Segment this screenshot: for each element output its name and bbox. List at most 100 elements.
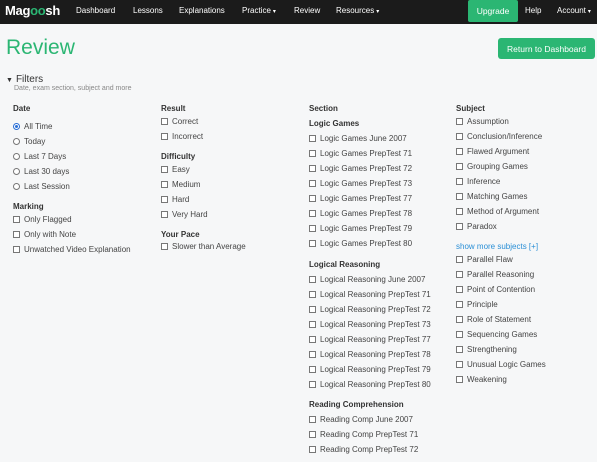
checkbox-icon bbox=[456, 178, 463, 185]
nav-explanations[interactable]: Explanations bbox=[179, 6, 225, 15]
result-correct[interactable]: Correct bbox=[161, 117, 198, 126]
checkbox-icon bbox=[456, 256, 463, 263]
subject-option[interactable]: Method of Argument bbox=[456, 207, 539, 216]
show-more-subjects-link[interactable]: show more subjects [+] bbox=[456, 242, 538, 251]
upgrade-button[interactable]: Upgrade bbox=[468, 0, 518, 22]
caret-down-icon: ▼ bbox=[6, 77, 13, 84]
radio-icon bbox=[13, 183, 20, 190]
date-option-all-time[interactable]: All Time bbox=[13, 122, 52, 131]
section-option[interactable]: Logical Reasoning PrepTest 73 bbox=[309, 320, 431, 329]
difficulty-easy[interactable]: Easy bbox=[161, 165, 190, 174]
subject-option[interactable]: Conclusion/Inference bbox=[456, 132, 542, 141]
checkbox-icon bbox=[456, 316, 463, 323]
subject-option[interactable]: Matching Games bbox=[456, 192, 527, 201]
option-label: Parallel Flaw bbox=[467, 255, 513, 264]
section-option[interactable]: Logic Games PrepTest 78 bbox=[309, 209, 412, 218]
magoosh-logo[interactable]: Magoosh bbox=[5, 3, 60, 18]
section-option[interactable]: Logic Games PrepTest 73 bbox=[309, 179, 412, 188]
nav-practice[interactable]: Practice ▾ bbox=[242, 6, 276, 15]
option-label: Unusual Logic Games bbox=[467, 360, 546, 369]
nav-dashboard[interactable]: Dashboard bbox=[76, 6, 115, 15]
nav-resources[interactable]: Resources ▾ bbox=[336, 6, 379, 15]
subject-option[interactable]: Assumption bbox=[456, 117, 509, 126]
radio-icon bbox=[13, 138, 20, 145]
subject-option[interactable]: Flawed Argument bbox=[456, 147, 529, 156]
option-label: Logical Reasoning PrepTest 71 bbox=[320, 290, 431, 299]
chevron-down-icon: ▾ bbox=[376, 9, 380, 15]
nav-help[interactable]: Help bbox=[525, 6, 541, 15]
section-option[interactable]: Logical Reasoning PrepTest 71 bbox=[309, 290, 431, 299]
return-to-dashboard-button[interactable]: Return to Dashboard bbox=[498, 38, 595, 59]
pace-slower-than-average[interactable]: Slower than Average bbox=[161, 242, 246, 251]
checkbox-icon bbox=[456, 163, 463, 170]
subject-option[interactable]: Principle bbox=[456, 300, 498, 309]
nav-lessons[interactable]: Lessons bbox=[133, 6, 163, 15]
option-label: Very Hard bbox=[172, 210, 208, 219]
checkbox-icon bbox=[456, 148, 463, 155]
marking-heading: Marking bbox=[13, 202, 44, 211]
subject-option[interactable]: Point of Contention bbox=[456, 285, 535, 294]
section-option[interactable]: Logic Games PrepTest 71 bbox=[309, 149, 412, 158]
section-option[interactable]: Logical Reasoning PrepTest 79 bbox=[309, 365, 431, 374]
section-option[interactable]: Logical Reasoning PrepTest 78 bbox=[309, 350, 431, 359]
result-incorrect[interactable]: Incorrect bbox=[161, 132, 203, 141]
difficulty-very-hard[interactable]: Very Hard bbox=[161, 210, 208, 219]
subject-option[interactable]: Unusual Logic Games bbox=[456, 360, 546, 369]
subject-option[interactable]: Parallel Reasoning bbox=[456, 270, 534, 279]
section-option[interactable]: Reading Comp June 2007 bbox=[309, 415, 413, 424]
subject-option[interactable]: Strengthening bbox=[456, 345, 517, 354]
section-option[interactable]: Logic Games PrepTest 79 bbox=[309, 224, 412, 233]
section-option[interactable]: Logical Reasoning PrepTest 77 bbox=[309, 335, 431, 344]
nav-practice-label: Practice bbox=[242, 6, 271, 15]
checkbox-icon bbox=[309, 321, 316, 328]
option-label: Unwatched Video Explanation bbox=[24, 245, 131, 254]
subject-option[interactable]: Sequencing Games bbox=[456, 330, 537, 339]
section-option[interactable]: Logical Reasoning PrepTest 72 bbox=[309, 305, 431, 314]
page-title: Review bbox=[6, 36, 75, 59]
option-label: Reading Comp PrepTest 72 bbox=[320, 445, 419, 454]
nav-account[interactable]: Account ▾ bbox=[557, 6, 591, 15]
subject-option[interactable]: Parallel Flaw bbox=[456, 255, 513, 264]
nav-review[interactable]: Review bbox=[294, 6, 320, 15]
subject-option[interactable]: Role of Statement bbox=[456, 315, 531, 324]
logo-text-o: oo bbox=[30, 3, 46, 18]
checkbox-icon bbox=[161, 166, 168, 173]
date-option-last-session[interactable]: Last Session bbox=[13, 182, 70, 191]
section-option[interactable]: Logical Reasoning June 2007 bbox=[309, 275, 425, 284]
marking-only-flagged[interactable]: Only Flagged bbox=[13, 215, 72, 224]
subject-option[interactable]: Inference bbox=[456, 177, 500, 186]
difficulty-hard[interactable]: Hard bbox=[161, 195, 189, 204]
option-label: Logic Games PrepTest 79 bbox=[320, 224, 413, 233]
date-option-last-30-days[interactable]: Last 30 days bbox=[13, 167, 69, 176]
section-option[interactable]: Reading Comp PrepTest 71 bbox=[309, 430, 418, 439]
subject-option[interactable]: Paradox bbox=[456, 222, 497, 231]
checkbox-icon bbox=[456, 376, 463, 383]
checkbox-icon bbox=[161, 243, 168, 250]
date-option-today[interactable]: Today bbox=[13, 137, 45, 146]
option-label: Only with Note bbox=[24, 230, 77, 239]
section-option[interactable]: Logic Games June 2007 bbox=[309, 134, 407, 143]
marking-unwatched-video[interactable]: Unwatched Video Explanation bbox=[13, 245, 131, 254]
section-option[interactable]: Logic Games PrepTest 72 bbox=[309, 164, 412, 173]
section-option[interactable]: Logic Games PrepTest 80 bbox=[309, 239, 412, 248]
nav-resources-label: Resources bbox=[336, 6, 375, 15]
marking-only-with-note[interactable]: Only with Note bbox=[13, 230, 76, 239]
logical-reasoning-heading: Logical Reasoning bbox=[309, 260, 381, 269]
option-label: Inference bbox=[467, 177, 501, 186]
top-navbar: Magoosh Dashboard Lessons Explanations P… bbox=[0, 0, 597, 24]
subject-option[interactable]: Weakening bbox=[456, 375, 507, 384]
date-option-last-7-days[interactable]: Last 7 Days bbox=[13, 152, 66, 161]
option-label: Parallel Reasoning bbox=[467, 270, 535, 279]
chevron-down-icon: ▾ bbox=[587, 9, 591, 15]
filters-toggle[interactable]: ▼ Filters bbox=[6, 74, 43, 85]
option-label: Assumption bbox=[467, 117, 509, 126]
section-option[interactable]: Logical Reasoning PrepTest 80 bbox=[309, 380, 431, 389]
option-label: Logic Games June 2007 bbox=[320, 134, 407, 143]
option-label: Paradox bbox=[467, 222, 497, 231]
subject-option[interactable]: Grouping Games bbox=[456, 162, 528, 171]
section-option[interactable]: Logic Games PrepTest 77 bbox=[309, 194, 412, 203]
difficulty-medium[interactable]: Medium bbox=[161, 180, 200, 189]
section-option[interactable]: Reading Comp PrepTest 72 bbox=[309, 445, 418, 454]
option-label: Last 30 days bbox=[24, 167, 70, 176]
option-label: Logical Reasoning PrepTest 77 bbox=[320, 335, 431, 344]
